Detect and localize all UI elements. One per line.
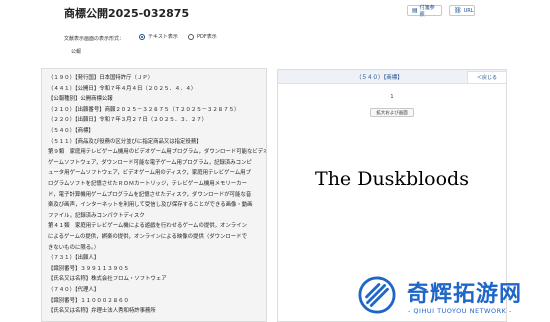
sticky-note-label: 付箋参照 bbox=[419, 4, 435, 18]
pdf-display-option[interactable]: PDF表示 bbox=[188, 33, 217, 40]
document-line: （２１０）【出願番号】商願２０２５－３２８７５（Ｔ２０２５－３２８７５） bbox=[48, 106, 240, 113]
page-title: 商標公開2025-032875 bbox=[64, 7, 190, 20]
note-icon: ▤ bbox=[412, 7, 418, 14]
site-watermark: 奇辉拓游网 - QIHUI TUOYOU NETWORK - bbox=[348, 265, 550, 322]
document-line: ド，電子計算機用ゲームプログラムを記憶させたディスク，ダウンロードが可能な音 bbox=[48, 191, 252, 198]
document-line: ゲームソフトウェア，ダウンロード可能な電子ゲーム用プログラム，記録済みコンピ bbox=[48, 159, 252, 166]
document-line: （４４１）【公開日】令和７年４月４日（２０２５．４．４） bbox=[48, 85, 197, 92]
trademark-text: The Duskbloods bbox=[315, 168, 469, 190]
document-line: によるゲームの提供，娯楽の提供，オンラインによる映像の提供（ダウンロードで bbox=[48, 234, 247, 240]
pdf-display-label: PDF表示 bbox=[197, 34, 217, 40]
document-line: 【氏名又は名称】弁理士法人秀和特許事務所 bbox=[48, 308, 156, 315]
document-line: 楽及び画声，インターネットを利用して受信し及び保存することができる画像・動画 bbox=[48, 202, 253, 209]
sticky-note-button[interactable]: ▤ 付箋参照 bbox=[407, 4, 442, 18]
url-label: URL bbox=[463, 7, 474, 14]
zoom-button[interactable]: 拡大および画面 bbox=[370, 108, 414, 117]
page-number: 1 bbox=[390, 94, 394, 100]
document-line: （７３１）【出願人】 bbox=[48, 255, 100, 262]
document-line: 第４１類 家庭用テレビゲーム機による遊戯を行わせるゲームの提供，オンライン bbox=[48, 223, 247, 230]
url-button[interactable]: ⛓ URL bbox=[449, 5, 475, 16]
document-line: きないものに限る。） bbox=[48, 244, 100, 251]
document-line: （７４０）【代理人】 bbox=[48, 287, 100, 293]
document-line: 【公報種別】公開商標公報 bbox=[48, 96, 113, 103]
document-line: ュータ用ゲームソフトウェア，ビデオゲーム用のディスク，家庭用テレビゲーム用プ bbox=[48, 170, 251, 177]
back-button[interactable]: ＜戻じる bbox=[467, 71, 507, 84]
watermark-cn-text: 奇辉拓游网 bbox=[407, 282, 523, 307]
document-line: 【識別番号】３９９１１３９０５ bbox=[48, 265, 129, 272]
document-line: 【識別番号】１１０００２８６０ bbox=[48, 297, 129, 304]
document-line: （２２０）【出願日】令和７年３月２７日（２０２５．３．２７） bbox=[48, 117, 208, 124]
document-line: 第９類 家庭用テレビゲーム機用のビデオゲーム用プログラム，ダウンロード可能なビデ… bbox=[48, 149, 267, 156]
document-line: 【氏名又は名称】株式会社フロム・ソフトウェア bbox=[48, 276, 167, 283]
document-line: （５４０）【商標】 bbox=[48, 128, 94, 134]
panel-code-label: （５４０）【商標】 bbox=[356, 75, 403, 81]
section-label: 公報 bbox=[71, 49, 82, 55]
text-display-radio[interactable] bbox=[139, 33, 145, 40]
text-display-label: テキスト表示 bbox=[148, 34, 178, 40]
pdf-display-radio[interactable] bbox=[188, 33, 194, 40]
link-icon: ⛓ bbox=[454, 7, 462, 14]
display-mode-label: 文献表示画面の表示形式： bbox=[64, 36, 125, 42]
document-line: ログラムソフトを記憶させたＲＯＭカートリッジ，テレビゲーム機用メモリーカー bbox=[48, 181, 247, 187]
document-line: ファイル，記録済みコンパクトディスク bbox=[48, 212, 145, 219]
text-display-option[interactable]: テキスト表示 bbox=[139, 33, 178, 40]
site-logo-icon bbox=[358, 276, 396, 314]
document-line: （５１１）【商品及び役務の区分並びに指定商品又は指定役務】 bbox=[48, 138, 202, 145]
watermark-en-text: - QIHUI TUOYOU NETWORK - bbox=[408, 307, 512, 315]
document-text-panel: （１９０）【発行国】日本国特許庁（ＪＰ） （４４１）【公開日】令和７年４月４日（２… bbox=[41, 68, 267, 322]
document-line: （１９０）【発行国】日本国特許庁（ＪＰ） bbox=[48, 75, 154, 81]
